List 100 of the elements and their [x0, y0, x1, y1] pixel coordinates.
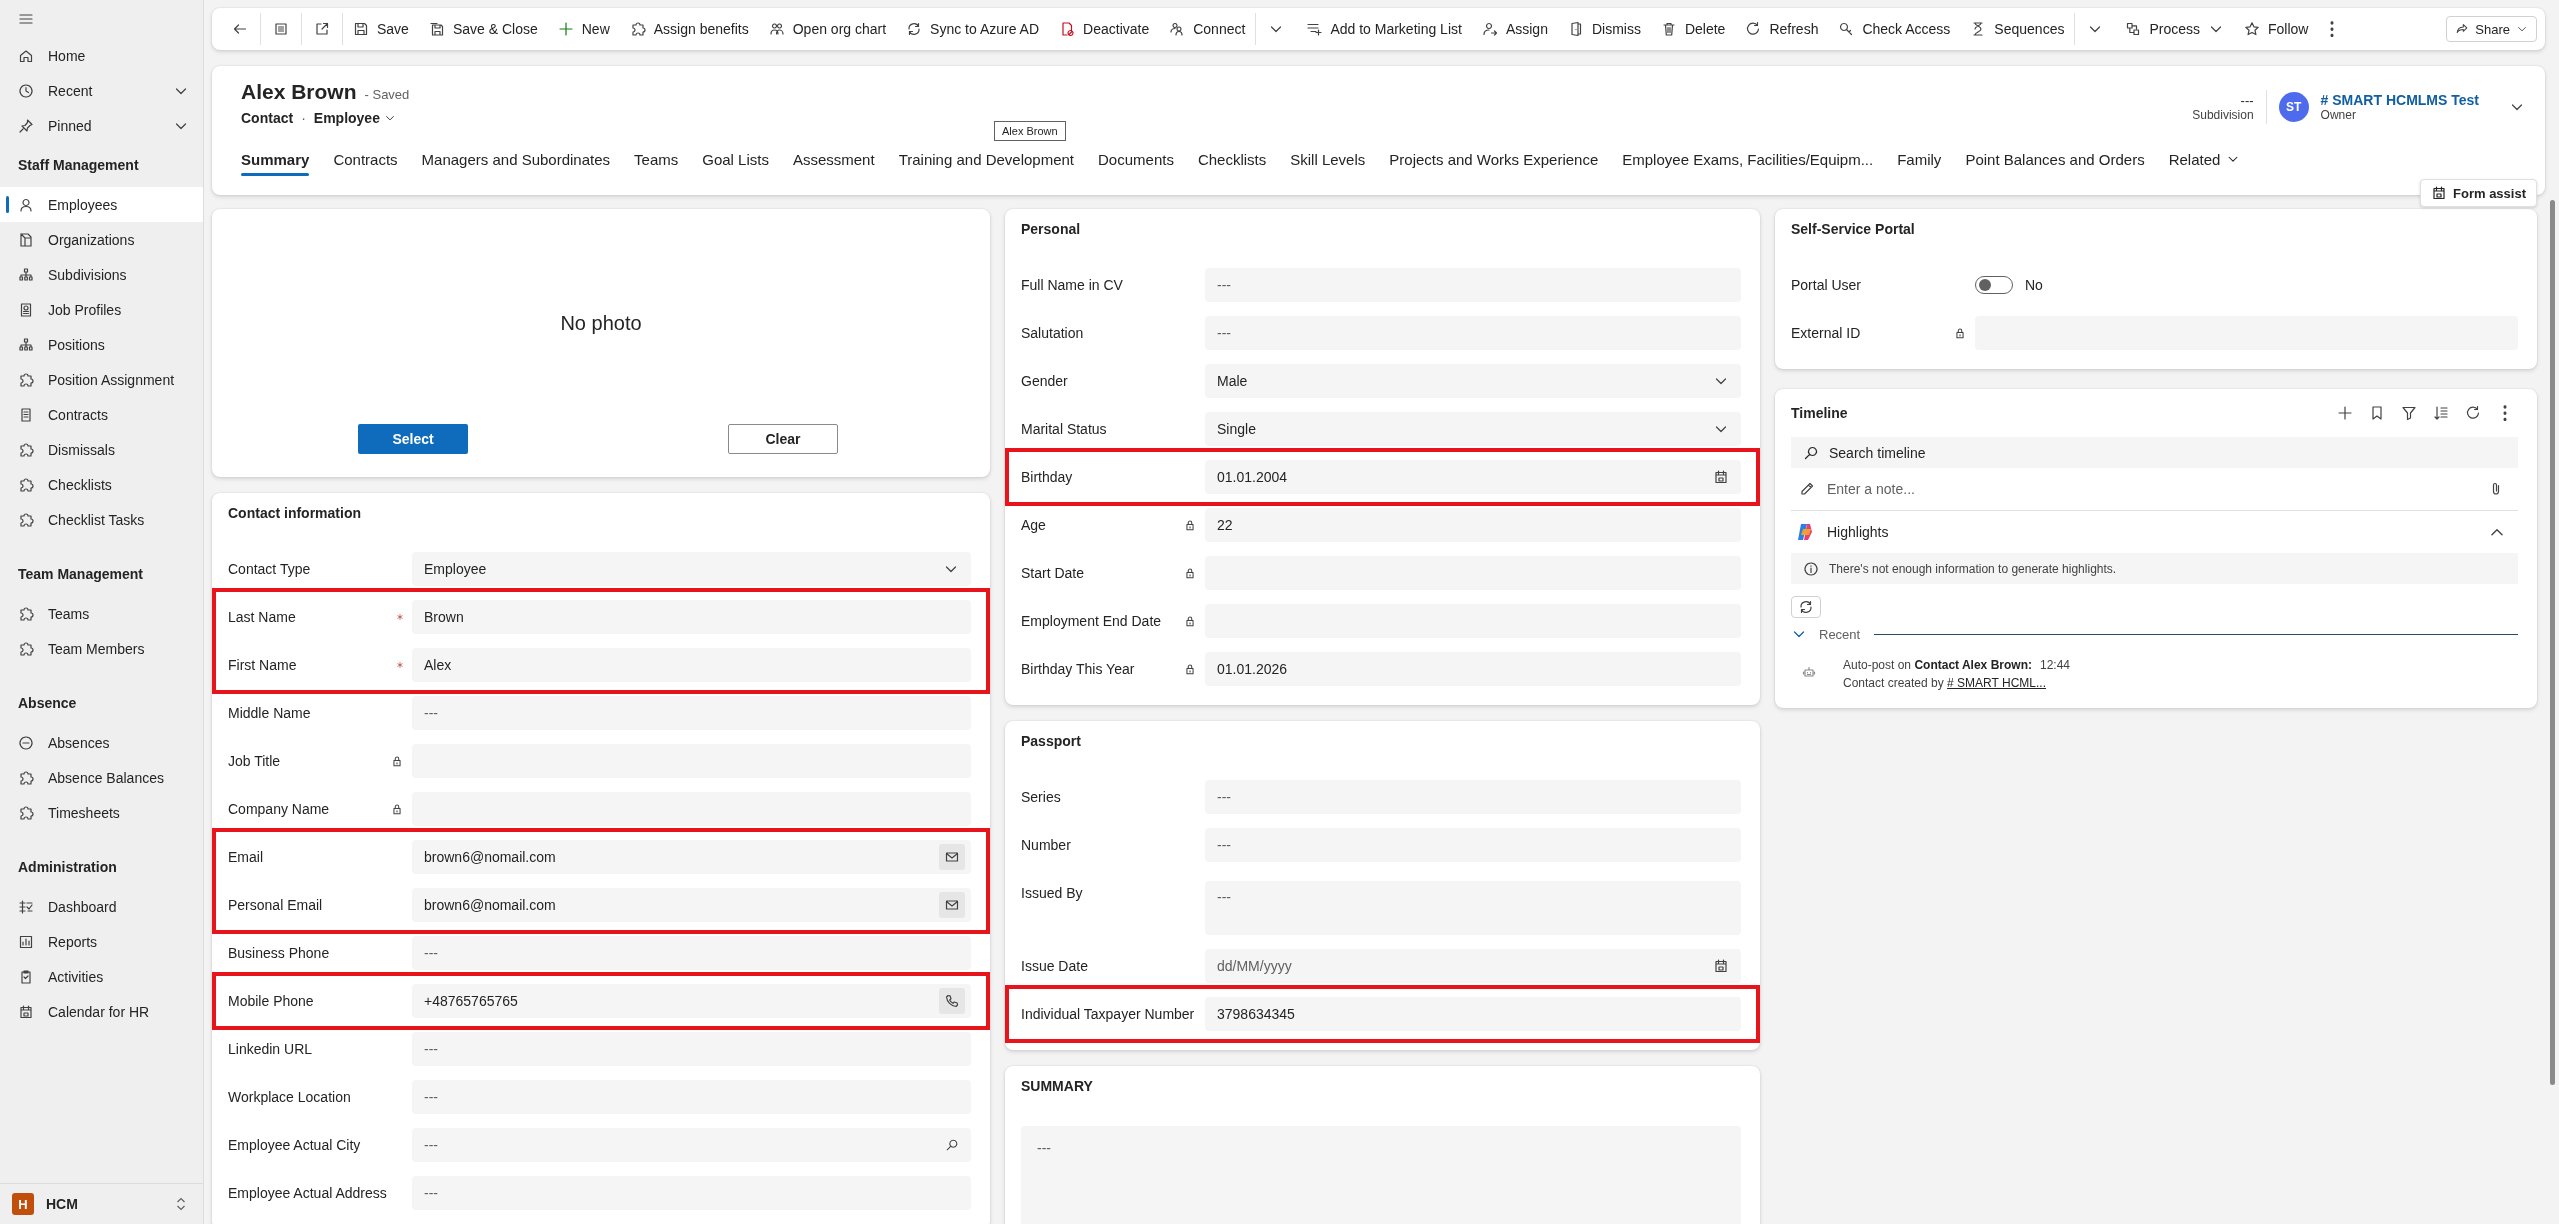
sidebar-item[interactable]: Pinned [0, 108, 203, 143]
input-field[interactable]: --- [412, 936, 971, 970]
tab[interactable]: Assessment [780, 140, 887, 178]
input-field[interactable]: Alex [412, 648, 971, 682]
sidebar-item[interactable]: Timesheets [0, 795, 203, 830]
toolbar-button[interactable]: Follow [2234, 13, 2319, 45]
dropdown-field[interactable]: Male [1205, 364, 1741, 398]
owner-link[interactable]: # SMART HCMLMS Test [2320, 92, 2479, 108]
area-switcher[interactable]: H HCM [0, 1183, 203, 1224]
input-field[interactable]: --- [1205, 780, 1741, 814]
sidebar-item[interactable]: Absence Balances [0, 760, 203, 795]
date-field[interactable]: 01.01.2004 [1205, 460, 1741, 494]
sidebar-item[interactable]: Home [0, 38, 203, 73]
field-label: Contact Type [228, 561, 312, 577]
text-area[interactable]: --- [1205, 881, 1741, 935]
sidebar-item[interactable]: Dismissals [0, 432, 203, 467]
email-field[interactable]: brown6@nomail.com [412, 888, 971, 922]
sidebar-item[interactable]: Reports [0, 924, 203, 959]
sidebar-item[interactable]: Job Profiles [0, 292, 203, 327]
form-selector[interactable]: Employee [313, 110, 396, 126]
toolbar-button[interactable]: Delete [1650, 13, 1736, 45]
toolbar-button[interactable]: Save [343, 13, 419, 45]
tab[interactable]: Teams [622, 140, 691, 178]
sidebar-item[interactable]: Recent [0, 73, 203, 108]
toolbar-button[interactable]: Assign benefits [619, 13, 759, 45]
sidebar-item[interactable]: Subdivisions [0, 257, 203, 292]
tab[interactable]: Contracts [321, 140, 410, 178]
field-label: Company Name [228, 801, 331, 817]
toolbar-button[interactable]: Save & Close [418, 13, 548, 45]
sidebar-item[interactable]: Employees [0, 187, 203, 222]
lookup-field[interactable]: --- [412, 1128, 971, 1162]
input-field[interactable]: --- [412, 1032, 971, 1066]
sidebar-item[interactable]: Activities [0, 959, 203, 994]
recent-toggle[interactable]: Recent [1791, 626, 1861, 642]
toolbar-button[interactable]: Process [2115, 13, 2234, 45]
sidebar-item[interactable]: Position Assignment [0, 362, 203, 397]
input-field[interactable]: Brown [412, 600, 971, 634]
toolbar-button[interactable]: Open org chart [758, 13, 897, 45]
input-field[interactable]: --- [1205, 268, 1741, 302]
sidebar-item[interactable]: Organizations [0, 222, 203, 257]
tab[interactable]: Managers and Subordinates [409, 140, 623, 178]
note-field[interactable]: Enter a note... [1791, 468, 2518, 511]
text-area[interactable]: --- [1021, 1126, 1741, 1224]
toolbar-button[interactable]: Sync to Azure AD [896, 13, 1050, 45]
tab[interactable]: Summary [229, 140, 322, 178]
regenerate-button[interactable] [1791, 596, 1821, 618]
tab[interactable]: Point Balances and Orders [1953, 140, 2157, 178]
toolbar-button[interactable]: Check Access [1828, 13, 1961, 45]
input-field[interactable]: --- [412, 696, 971, 730]
tab[interactable]: Skill Levels [1278, 140, 1378, 178]
tab[interactable]: Checklists [1185, 140, 1279, 178]
input-field[interactable]: --- [412, 1080, 971, 1114]
toolbar-button[interactable]: New [547, 13, 620, 45]
secondary-button[interactable]: Clear [728, 424, 838, 454]
form-assist-button[interactable]: Form assist [2420, 179, 2537, 207]
user-link[interactable]: # SMART HCML... [1947, 676, 2046, 690]
tab[interactable]: Documents [1086, 140, 1186, 178]
input-field[interactable]: --- [1205, 828, 1741, 862]
date-field[interactable]: dd/MM/yyyy [1205, 949, 1741, 983]
tab[interactable]: Goal Lists [690, 140, 781, 178]
scrollbar-thumb[interactable] [2550, 200, 2555, 1085]
primary-button[interactable]: Select [358, 424, 468, 454]
puzzle-icon [629, 21, 646, 37]
send-email-button[interactable] [939, 892, 965, 918]
sidebar-item[interactable]: Team Members [0, 631, 203, 666]
field-label: Start Date [1021, 565, 1086, 581]
tab[interactable]: Employee Exams, Facilities/Equipm... [1610, 140, 1886, 178]
tab[interactable]: Family [1885, 140, 1954, 178]
toolbar-button[interactable]: Add to Marketing List [1296, 13, 1472, 45]
call-button[interactable] [939, 988, 965, 1014]
input-field[interactable]: --- [1205, 316, 1741, 350]
sidebar-item[interactable]: Dashboard [0, 889, 203, 924]
input-field[interactable]: 01.01.2026 [1205, 652, 1741, 686]
tab[interactable]: Training and Development [886, 140, 1087, 178]
toolbar-button[interactable]: Connect [1159, 13, 1256, 45]
sidebar-item[interactable]: Calendar for HR [0, 994, 203, 1029]
send-email-button[interactable] [939, 844, 965, 870]
input-field[interactable]: 22 [1205, 508, 1741, 542]
dropdown-field[interactable]: Employee [412, 552, 971, 586]
toolbar-button[interactable]: Dismiss [1557, 13, 1651, 45]
search-field[interactable]: Search timeline [1791, 437, 2518, 468]
toolbar-button[interactable]: Sequences [1960, 13, 2075, 45]
tab[interactable]: Projects and Works Experience [1377, 140, 1611, 178]
input-field[interactable]: --- [412, 1176, 971, 1210]
sidebar-item[interactable]: Absences [0, 725, 203, 760]
toolbar-button[interactable]: Assign [1471, 13, 1558, 45]
toolbar-button[interactable]: Refresh [1735, 13, 1829, 45]
refresh-icon [2465, 405, 2481, 421]
phone-field[interactable]: +48765765765 [412, 984, 971, 1018]
input-field[interactable]: 3798634345 [1205, 997, 1741, 1031]
sidebar-item[interactable]: Checklist Tasks [0, 502, 203, 537]
dropdown-field[interactable]: Single [1205, 412, 1741, 446]
share-button[interactable]: Share [2446, 16, 2537, 42]
tab[interactable]: Related [2156, 140, 2253, 178]
email-field[interactable]: brown6@nomail.com [412, 840, 971, 874]
sidebar-item[interactable]: Contracts [0, 397, 203, 432]
sidebar-item[interactable]: Teams [0, 596, 203, 631]
toolbar-button[interactable]: Deactivate [1049, 13, 1160, 45]
sidebar-item[interactable]: Checklists [0, 467, 203, 502]
sidebar-item[interactable]: Positions [0, 327, 203, 362]
